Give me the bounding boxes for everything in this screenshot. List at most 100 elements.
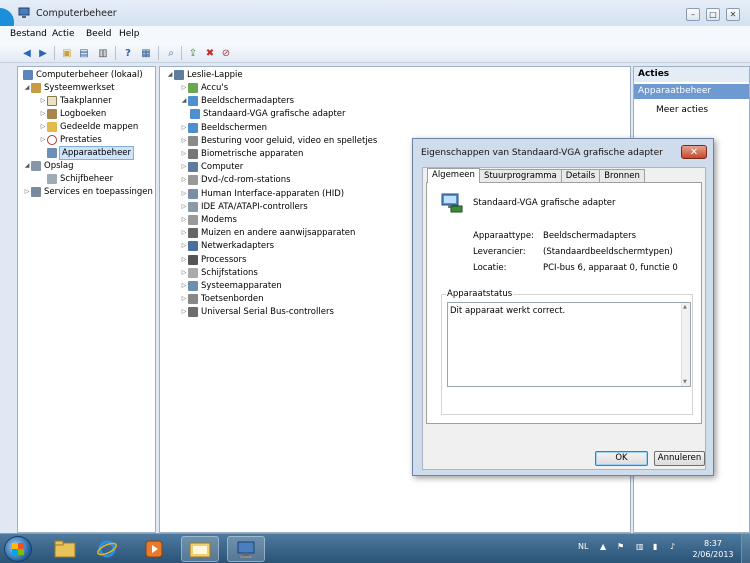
action-pane-icon[interactable]: ▦ <box>139 46 153 60</box>
battery-icon[interactable]: ▮ <box>653 542 657 551</box>
device-item[interactable]: Standaard-VGA grafische adapter <box>190 108 346 120</box>
tree-item-label: Taakplanner <box>60 96 112 106</box>
taskbar-computer-management[interactable] <box>227 536 265 562</box>
device-category[interactable]: ◢ Beeldschermadapters <box>180 95 294 107</box>
expand-arrow-icon[interactable]: ▷ <box>180 306 188 318</box>
action-center-flag-icon[interactable]: ⚑ <box>617 542 624 551</box>
menu-help[interactable]: Help <box>119 29 140 39</box>
expand-arrow-icon[interactable]: ▷ <box>39 134 47 146</box>
expand-arrow-icon[interactable]: ▷ <box>180 227 188 239</box>
start-button[interactable] <box>4 536 32 562</box>
tree-item-computerbeheer[interactable]: Computerbeheer (lokaal) <box>23 69 143 81</box>
device-category[interactable]: ▷ Accu's <box>180 82 228 94</box>
maximize-button[interactable]: □ <box>706 8 720 21</box>
show-desktop-button[interactable] <box>741 534 750 563</box>
tree-item-logboeken[interactable]: ▷ Logboeken <box>39 108 106 120</box>
device-category[interactable]: ▷ Processors <box>180 254 246 266</box>
disable-icon[interactable]: ⊘ <box>219 46 233 60</box>
expand-arrow-icon[interactable]: ▷ <box>180 148 188 160</box>
device-category[interactable]: ▷ Muizen en andere aanwijsapparaten <box>180 227 355 239</box>
device-category[interactable]: ▷ Toetsenborden <box>180 293 264 305</box>
expand-arrow-icon[interactable]: ▷ <box>39 121 47 133</box>
tree-item-services[interactable]: ▷ Services en toepassingen <box>23 186 153 198</box>
expand-arrow-icon[interactable]: ▷ <box>180 267 188 279</box>
network-icon[interactable]: ▥ <box>636 542 644 551</box>
show-hidden-icons-icon[interactable]: ▲ <box>600 542 606 551</box>
volume-icon[interactable]: ♪ <box>670 542 675 551</box>
device-category[interactable]: ▷ Human Interface-apparaten (HID) <box>180 188 344 200</box>
taskbar-media-player[interactable] <box>135 536 173 562</box>
scan-hardware-icon[interactable]: ⌕ <box>164 46 178 60</box>
expand-arrow-icon[interactable]: ▷ <box>180 293 188 305</box>
expand-arrow-icon[interactable]: ▷ <box>39 108 47 120</box>
collapse-arrow-icon[interactable]: ◢ <box>23 160 31 172</box>
close-button[interactable]: ✕ <box>726 8 740 21</box>
tab-stuurprogramma[interactable]: Stuurprogramma <box>478 169 562 182</box>
dialog-close-button[interactable]: ✕ <box>681 145 707 159</box>
tree-item-prestaties[interactable]: ▷ Prestaties <box>39 134 102 146</box>
device-category[interactable]: ▷ Computer <box>180 161 243 173</box>
show-hide-tree-icon[interactable]: ▤ <box>77 46 91 60</box>
expand-arrow-icon[interactable]: ▷ <box>180 280 188 292</box>
tree-item-taakplanner[interactable]: ▷ Taakplanner <box>39 95 112 107</box>
ok-button[interactable]: OK <box>595 451 648 466</box>
tree-item-apparaatbeheer[interactable]: Apparaatbeheer <box>47 146 135 160</box>
device-category[interactable]: ▷ Netwerkadapters <box>180 240 274 252</box>
expand-arrow-icon[interactable]: ▷ <box>180 254 188 266</box>
device-status-textbox[interactable]: Dit apparaat werkt correct. ▲ ▼ <box>447 302 691 387</box>
expand-arrow-icon[interactable]: ▷ <box>180 201 188 213</box>
collapse-arrow-icon[interactable]: ◢ <box>166 69 174 81</box>
device-category[interactable]: ▷ Beeldschermen <box>180 122 267 134</box>
language-indicator[interactable]: NL <box>578 542 588 551</box>
device-root[interactable]: ◢ Leslie-Lappie <box>166 69 243 81</box>
uninstall-icon[interactable]: ✖ <box>203 46 217 60</box>
expand-arrow-icon[interactable]: ▷ <box>180 188 188 200</box>
tree-item-gedeelde-mappen[interactable]: ▷ Gedeelde mappen <box>39 121 138 133</box>
menu-beeld[interactable]: Beeld <box>86 29 111 39</box>
tree-item-schijfbeheer[interactable]: Schijfbeheer <box>47 173 113 185</box>
menu-actie[interactable]: Actie <box>52 29 75 39</box>
expand-arrow-icon[interactable]: ▷ <box>180 82 188 94</box>
device-category[interactable]: ▷ Modems <box>180 214 237 226</box>
taskbar-explorer-folder[interactable] <box>46 536 84 562</box>
forward-arrow-icon[interactable]: ▶ <box>36 46 50 60</box>
device-category[interactable]: ▷ IDE ATA/ATAPI-controllers <box>180 201 308 213</box>
tree-item-opslag[interactable]: ◢ Opslag <box>23 160 73 172</box>
device-category[interactable]: ▷ Besturing voor geluid, video en spellet… <box>180 135 377 147</box>
more-actions-link[interactable]: Meer acties <box>656 105 708 115</box>
device-category[interactable]: ▷ Biometrische apparaten <box>180 148 303 160</box>
expand-arrow-icon[interactable]: ▷ <box>23 186 31 198</box>
back-arrow-icon[interactable]: ◀ <box>20 46 34 60</box>
taskbar-internet-explorer[interactable] <box>88 536 126 562</box>
expand-arrow-icon[interactable]: ▷ <box>180 122 188 134</box>
device-category[interactable]: ▷ Universal Serial Bus-controllers <box>180 306 334 318</box>
device-category[interactable]: ▷ Dvd-/cd-rom-stations <box>180 174 291 186</box>
expand-arrow-icon[interactable]: ▷ <box>180 214 188 226</box>
cancel-button[interactable]: Annuleren <box>654 451 705 466</box>
status-scrollbar[interactable]: ▲ ▼ <box>681 303 690 386</box>
tab-bronnen[interactable]: Bronnen <box>599 169 645 182</box>
actions-section-apparaatbeheer[interactable]: Apparaatbeheer <box>634 84 749 99</box>
up-folder-icon[interactable]: ▣ <box>60 46 74 60</box>
taskbar-file-explorer[interactable] <box>181 536 219 562</box>
expand-arrow-icon[interactable]: ▷ <box>180 135 188 147</box>
minimize-button[interactable]: – <box>686 8 700 21</box>
tab-details[interactable]: Details <box>560 169 601 182</box>
expand-arrow-icon[interactable]: ▷ <box>39 95 47 107</box>
collapse-arrow-icon[interactable]: ◢ <box>180 95 188 107</box>
device-category[interactable]: ▷ Systeemapparaten <box>180 280 282 292</box>
properties-icon[interactable]: ▥ <box>96 46 110 60</box>
expand-arrow-icon[interactable]: ▷ <box>180 161 188 173</box>
collapse-arrow-icon[interactable]: ◢ <box>23 82 31 94</box>
system-clock[interactable]: 8:37 2/06/2013 <box>690 538 736 560</box>
expand-arrow-icon[interactable]: ▷ <box>180 240 188 252</box>
scroll-down-icon[interactable]: ▼ <box>683 379 687 385</box>
scroll-up-icon[interactable]: ▲ <box>683 304 687 310</box>
tree-item-systeemwerkset[interactable]: ◢ Systeemwerkset <box>23 82 115 94</box>
help-icon[interactable]: ? <box>121 46 135 60</box>
device-category[interactable]: ▷ Schijfstations <box>180 267 258 279</box>
expand-arrow-icon[interactable]: ▷ <box>180 174 188 186</box>
tab-algemeen[interactable]: Algemeen <box>427 168 480 183</box>
menu-bestand[interactable]: Bestand <box>10 29 47 39</box>
update-driver-icon[interactable]: ⇪ <box>186 46 200 60</box>
